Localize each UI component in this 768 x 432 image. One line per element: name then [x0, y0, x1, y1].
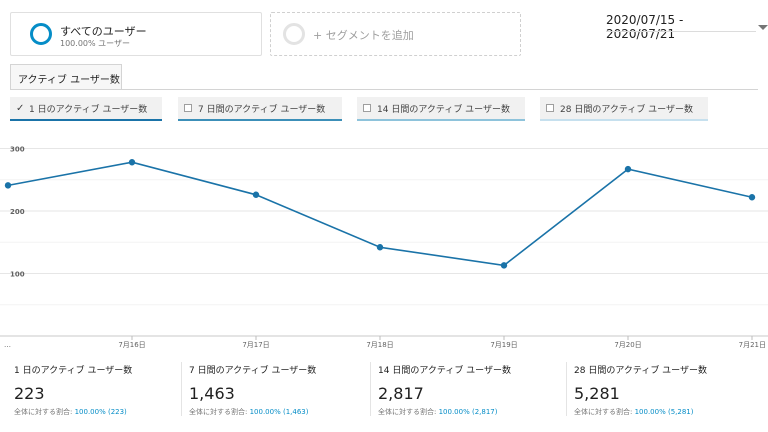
data-point — [748, 194, 756, 201]
data-point — [128, 159, 136, 166]
summary-percent-value: 100.00% (223) — [74, 408, 127, 416]
summary-percent-prefix: 全体に対する割合: — [378, 408, 439, 416]
data-point — [500, 262, 508, 269]
x-tick-label: 7月20日 — [614, 341, 641, 349]
x-tick-label: … — [4, 341, 11, 349]
data-point — [4, 182, 12, 189]
checkbox-icon[interactable] — [184, 104, 192, 112]
segment-ring-icon — [30, 23, 52, 45]
summary-value: 5,281 — [574, 384, 620, 403]
segment-card-all-users[interactable]: すべてのユーザー 100.00% ユーザー — [10, 12, 262, 56]
data-point — [252, 191, 260, 198]
data-point — [376, 244, 384, 251]
x-tick-label: 7月19日 — [490, 341, 517, 349]
y-tick-label: 100 — [10, 271, 25, 279]
metric-chip-underline — [357, 119, 525, 121]
metric-chip-label: 7 日間のアクティブ ユーザー数 — [198, 104, 326, 115]
summary-value: 1,463 — [189, 384, 235, 403]
summary-percent-value: 100.00% (1,463) — [249, 408, 309, 416]
summary-divider — [566, 362, 567, 416]
summary-title: 7 日間のアクティブ ユーザー数 — [189, 366, 317, 376]
summary-value: 2,817 — [378, 384, 424, 403]
data-point — [624, 165, 632, 173]
segment-percent: 100.00% ユーザー — [60, 39, 130, 48]
metric-chip-14day[interactable]: 14 日間のアクティブ ユーザー数 — [357, 97, 525, 121]
summary-percent-prefix: 全体に対する割合: — [189, 408, 250, 416]
date-range-picker[interactable]: 2020/07/15 - 2020/07/21 — [606, 13, 768, 41]
checkbox-icon[interactable] — [363, 104, 371, 112]
summary-divider — [181, 362, 182, 416]
add-segment-button[interactable]: + セグメントを追加 — [270, 12, 521, 56]
x-tick-label: 7月17日 — [242, 341, 269, 349]
summary-percent: 全体に対する割合: 100.00% (5,281) — [574, 407, 744, 417]
summary-title: 28 日間のアクティブ ユーザー数 — [574, 366, 708, 376]
segment-name: すべてのユーザー — [60, 25, 147, 38]
summary-percent-prefix: 全体に対する割合: — [14, 408, 75, 416]
summary-percent-value: 100.00% (2,817) — [438, 408, 498, 416]
x-tick-label: 7月16日 — [118, 341, 145, 349]
checkmark-icon: ✓ — [16, 102, 25, 114]
summary-28day: 28 日間のアクティブ ユーザー数 5,281 全体に対する割合: 100.00… — [574, 363, 744, 417]
metric-chip-underline — [540, 119, 708, 121]
summary-1day: 1 日のアクティブ ユーザー数 223 全体に対する割合: 100.00% (2… — [14, 363, 184, 417]
summary-divider — [370, 362, 371, 416]
empty-segment-ring-icon — [283, 23, 305, 45]
tab-divider — [10, 89, 758, 90]
metric-chip-label: 14 日間のアクティブ ユーザー数 — [377, 104, 511, 115]
y-tick-label: 300 — [10, 146, 25, 154]
chevron-down-icon — [758, 24, 768, 30]
summary-percent: 全体に対する割合: 100.00% (2,817) — [378, 407, 548, 417]
metric-chip-underline — [178, 119, 342, 121]
date-range-underline — [606, 31, 756, 32]
summary-percent-prefix: 全体に対する割合: — [574, 408, 635, 416]
metric-chip-28day[interactable]: 28 日間のアクティブ ユーザー数 — [540, 97, 708, 121]
metric-chip-underline — [10, 119, 162, 121]
metric-chip-7day[interactable]: 7 日間のアクティブ ユーザー数 — [178, 97, 342, 121]
summary-7day: 7 日間のアクティブ ユーザー数 1,463 全体に対する割合: 100.00%… — [189, 363, 359, 417]
x-tick-label: 7月18日 — [366, 341, 393, 349]
active-users-line-chart: 100 200 300 … 7月16日 7月17日 7月18日 7月19日 7月20日 7月21日 — [0, 146, 768, 349]
metric-chip-label: 28 日間のアクティブ ユーザー数 — [560, 104, 694, 115]
summary-value: 223 — [14, 384, 45, 403]
summary-14day: 14 日間のアクティブ ユーザー数 2,817 全体に対する割合: 100.00… — [378, 363, 548, 417]
summary-percent: 全体に対する割合: 100.00% (223) — [14, 407, 184, 417]
metric-chip-label: 1 日のアクティブ ユーザー数 — [29, 104, 148, 115]
summary-title: 1 日のアクティブ ユーザー数 — [14, 366, 133, 376]
checkbox-icon[interactable] — [546, 104, 554, 112]
summary-percent: 全体に対する割合: 100.00% (1,463) — [189, 407, 359, 417]
y-tick-label: 200 — [10, 208, 25, 216]
date-range-label: 2020/07/15 - 2020/07/21 — [606, 13, 684, 41]
x-tick-label: 7月21日 — [739, 341, 766, 349]
metric-chip-1day[interactable]: ✓ 1 日のアクティブ ユーザー数 — [10, 97, 162, 121]
summary-percent-value: 100.00% (5,281) — [634, 408, 694, 416]
add-segment-label: + セグメントを追加 — [313, 29, 414, 42]
tab-label: アクティブ ユーザー数 — [18, 75, 120, 86]
tab-active-users[interactable]: アクティブ ユーザー数 — [10, 64, 122, 90]
summary-title: 14 日間のアクティブ ユーザー数 — [378, 366, 512, 376]
